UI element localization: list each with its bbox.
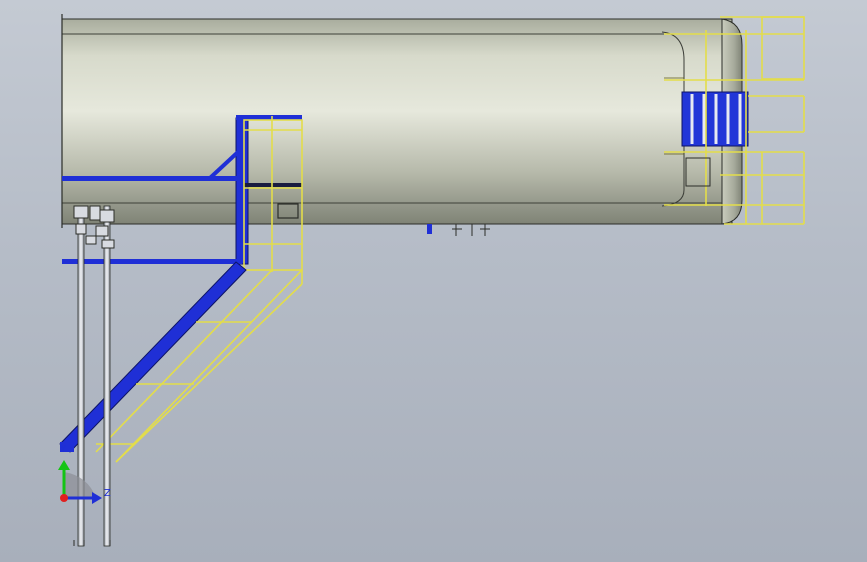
tank-shell[interactable] — [61, 18, 733, 225]
cad-viewport[interactable]: Y Z — [0, 0, 867, 562]
triad-y-arrow-icon — [58, 460, 70, 470]
triad-origin-x-icon — [60, 494, 68, 502]
nozzle-flange — [427, 224, 432, 234]
triad-y-label: Y — [59, 444, 67, 455]
orientation-triad[interactable]: Y Z — [58, 444, 111, 504]
bottom-nozzles[interactable] — [427, 224, 490, 236]
horizontal-tank[interactable] — [61, 14, 743, 236]
platform-column[interactable] — [235, 117, 249, 265]
rack-beam-upper[interactable] — [62, 176, 240, 181]
triad-z-arrow-icon — [92, 492, 102, 504]
platform-beam-mid[interactable] — [244, 183, 302, 187]
stair-handrail[interactable] — [95, 269, 303, 463]
triad-z-label: Z — [104, 488, 111, 499]
rack-beam-lower[interactable] — [62, 259, 242, 264]
